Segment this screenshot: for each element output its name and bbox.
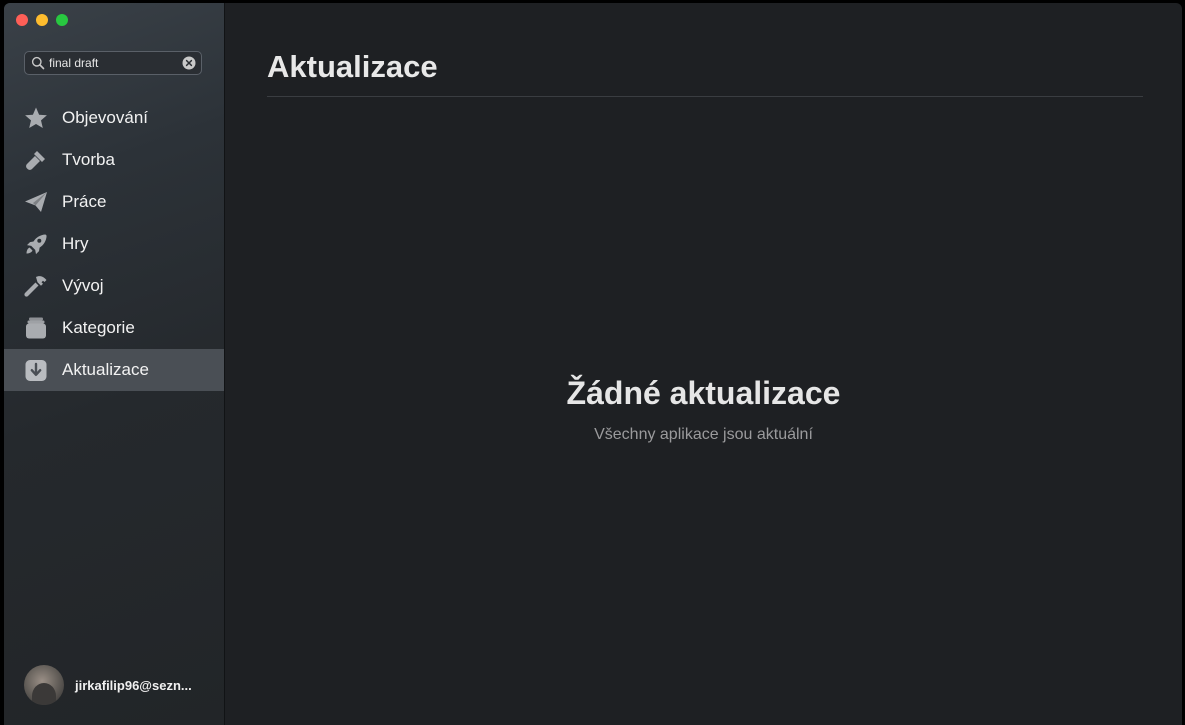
brush-icon [23, 147, 49, 173]
hammer-icon [23, 273, 49, 299]
sidebar-item-label: Aktualizace [62, 360, 149, 379]
window-controls [16, 14, 68, 26]
search-input[interactable] [49, 56, 177, 70]
sidebar-item-label: Vývoj [62, 276, 104, 295]
sidebar-item-prace[interactable]: Práce [4, 181, 224, 223]
main-content: Aktualizace Žádné aktualizace Všechny ap… [225, 3, 1182, 725]
sidebar-item-label: Hry [62, 234, 89, 253]
sidebar-item-label: Práce [62, 192, 107, 211]
account-name: jirkafilip96@sezn... [75, 677, 192, 693]
search-field[interactable] [24, 51, 202, 75]
title-divider [267, 96, 1143, 97]
close-window-button[interactable] [16, 14, 28, 26]
empty-state: Žádné aktualizace Všechny aplikace jsou … [225, 375, 1182, 444]
app-store-window: Objevování Tvorba Práce [4, 3, 1182, 725]
search-icon [31, 56, 45, 70]
star-icon [23, 105, 49, 131]
empty-state-subtitle: Všechny aplikace jsou aktuální [594, 426, 813, 443]
sidebar-item-label: Objevování [62, 108, 148, 127]
sidebar-item-tvorba[interactable]: Tvorba [4, 139, 224, 181]
sidebar: Objevování Tvorba Práce [4, 3, 225, 725]
maximize-window-button[interactable] [56, 14, 68, 26]
sidebar-item-hry[interactable]: Hry [4, 223, 224, 265]
sidebar-item-kategorie[interactable]: Kategorie [4, 307, 224, 349]
sidebar-item-objevovani[interactable]: Objevování [4, 97, 224, 139]
sidebar-nav: Objevování Tvorba Práce Hry Vývoj Katego… [4, 97, 224, 391]
sidebar-item-aktualizace[interactable]: Aktualizace [4, 349, 224, 391]
download-icon [23, 357, 49, 383]
rocket-icon [23, 231, 49, 257]
stack-icon [23, 315, 49, 341]
sidebar-item-label: Kategorie [62, 318, 135, 337]
page-title: Aktualizace [267, 49, 438, 84]
minimize-window-button[interactable] [36, 14, 48, 26]
clear-search-icon[interactable] [182, 56, 196, 70]
empty-state-title: Žádné aktualizace [566, 375, 841, 411]
account-button[interactable]: jirkafilip96@sezn... [24, 665, 192, 705]
sidebar-item-vyvoj[interactable]: Vývoj [4, 265, 224, 307]
avatar [24, 665, 64, 705]
paper-plane-icon [23, 189, 49, 215]
sidebar-item-label: Tvorba [62, 150, 115, 169]
